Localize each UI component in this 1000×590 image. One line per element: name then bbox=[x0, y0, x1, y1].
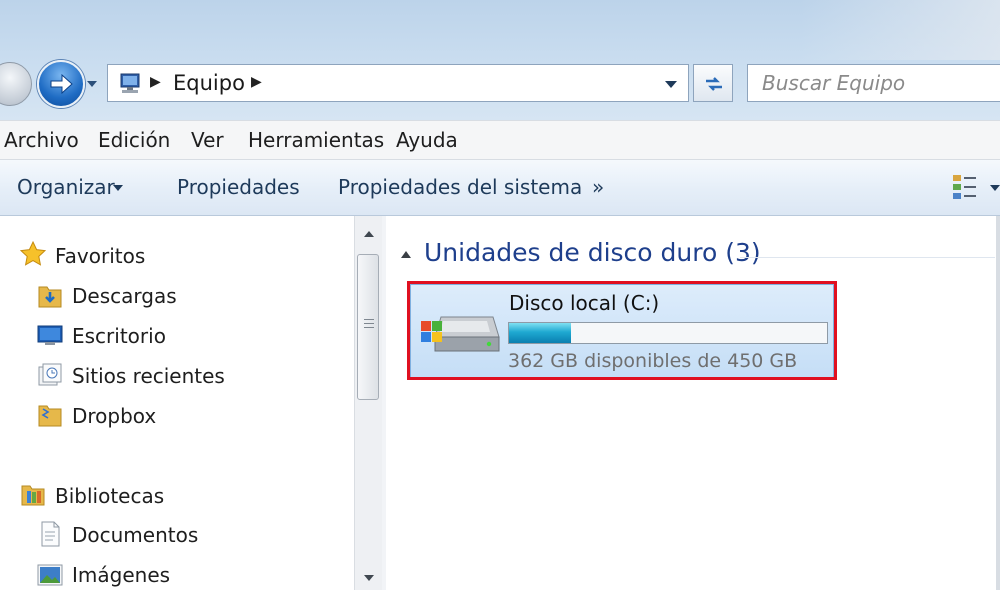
menu-ayuda[interactable]: Ayuda bbox=[396, 128, 458, 152]
documents-icon bbox=[41, 521, 60, 547]
nav-item-escritorio[interactable]: Escritorio bbox=[72, 324, 166, 348]
downloads-folder-icon bbox=[38, 286, 62, 308]
content-scrollbar-edge[interactable] bbox=[996, 216, 1000, 590]
organize-button[interactable]: Organizar bbox=[17, 175, 115, 199]
recent-pages-dropdown-icon[interactable] bbox=[85, 78, 99, 90]
recent-places-icon bbox=[38, 363, 62, 386]
command-bar: Organizar Propiedades Propiedades del si… bbox=[0, 160, 1000, 216]
menu-edicion[interactable]: Edición bbox=[98, 128, 170, 152]
group-header-rule bbox=[740, 257, 995, 258]
menu-bar: Archivo Edición Ver Herramientas Ayuda bbox=[0, 120, 1000, 160]
menu-ver[interactable]: Ver bbox=[191, 128, 224, 152]
collapse-group-icon[interactable] bbox=[400, 249, 412, 259]
refresh-arrows-icon bbox=[706, 77, 722, 91]
star-icon bbox=[19, 240, 47, 266]
navigation-scrollbar[interactable] bbox=[354, 216, 382, 590]
scrollbar-thumb[interactable] bbox=[357, 254, 379, 400]
nav-libraries-header[interactable]: Bibliotecas bbox=[55, 484, 164, 508]
nav-item-imagenes[interactable]: Imágenes bbox=[72, 563, 170, 587]
group-header-hard-drives[interactable]: Unidades de disco duro (3) bbox=[424, 238, 761, 267]
search-input[interactable] bbox=[748, 65, 1000, 101]
libraries-icon bbox=[21, 485, 45, 506]
dropbox-folder-icon bbox=[38, 405, 62, 427]
content-pane bbox=[386, 216, 1000, 590]
change-view-icon[interactable] bbox=[951, 172, 979, 202]
highlight-annotation-box bbox=[407, 281, 837, 380]
search-box[interactable] bbox=[747, 64, 1000, 102]
refresh-button[interactable] bbox=[693, 64, 733, 102]
system-properties-button[interactable]: Propiedades del sistema bbox=[338, 175, 582, 199]
window-title-bar bbox=[0, 0, 1000, 120]
address-dropdown-icon[interactable] bbox=[664, 79, 678, 89]
scroll-up-icon[interactable] bbox=[363, 230, 375, 238]
menu-herramientas[interactable]: Herramientas bbox=[248, 128, 384, 152]
menu-archivo[interactable]: Archivo bbox=[4, 128, 79, 152]
scroll-down-icon[interactable] bbox=[363, 574, 375, 582]
title-bar-glass bbox=[800, 0, 1000, 60]
nav-item-descargas[interactable]: Descargas bbox=[72, 284, 177, 308]
forward-button[interactable] bbox=[37, 60, 85, 108]
nav-item-dropbox[interactable]: Dropbox bbox=[72, 404, 156, 428]
address-bar[interactable]: ▶ Equipo ▶ bbox=[107, 64, 689, 102]
scrollbar-grip-icon bbox=[364, 319, 374, 331]
desktop-icon bbox=[37, 325, 63, 345]
view-dropdown-icon[interactable] bbox=[990, 184, 1000, 192]
pictures-icon bbox=[37, 564, 63, 586]
nav-favorites-header[interactable]: Favoritos bbox=[55, 244, 145, 268]
organize-dropdown-icon[interactable] bbox=[112, 184, 124, 192]
nav-item-sitios-recientes[interactable]: Sitios recientes bbox=[72, 364, 225, 388]
breadcrumb-equipo[interactable]: Equipo bbox=[173, 71, 245, 95]
nav-item-documentos[interactable]: Documentos bbox=[72, 523, 198, 547]
computer-icon bbox=[120, 73, 140, 93]
more-commands-button[interactable]: » bbox=[592, 175, 604, 199]
forward-arrow-icon bbox=[50, 73, 73, 95]
breadcrumb-separator-icon[interactable]: ▶ bbox=[150, 74, 161, 90]
properties-button[interactable]: Propiedades bbox=[177, 175, 300, 199]
breadcrumb-separator-icon[interactable]: ▶ bbox=[251, 74, 262, 90]
